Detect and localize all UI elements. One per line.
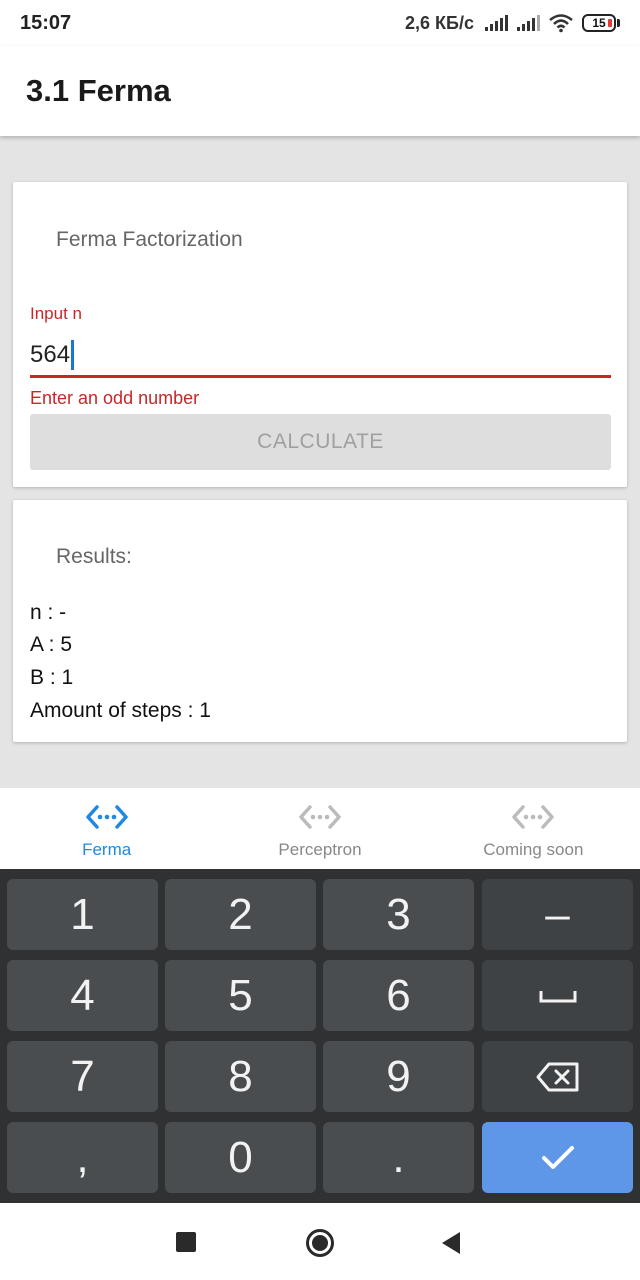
code-arrows-icon: [85, 805, 128, 829]
status-bar: 15:07 2,6 КБ/с 15: [0, 0, 640, 46]
checkmark-icon: [541, 1145, 574, 1169]
results-card: Results: n : - A : 5 B : 1 Amount of ste…: [13, 500, 627, 742]
input-value: 564: [30, 340, 71, 368]
key-0[interactable]: 0: [165, 1122, 316, 1193]
key-space[interactable]: [482, 960, 633, 1031]
space-icon: [539, 990, 576, 1002]
key-3[interactable]: 3: [323, 879, 474, 950]
key-9[interactable]: 9: [323, 1041, 474, 1112]
input-label: Input n: [30, 304, 82, 323]
nav-label-coming-soon: Coming soon: [483, 840, 584, 859]
key-minus[interactable]: –: [482, 879, 633, 950]
bottom-navigation: Ferma Perceptron Coming soon: [0, 788, 640, 869]
recent-apps-icon[interactable]: [176, 1232, 196, 1252]
key-done[interactable]: [482, 1122, 633, 1193]
signal-icon: [517, 15, 540, 31]
battery-level: 15: [592, 16, 606, 30]
key-6[interactable]: 6: [323, 960, 474, 1031]
status-indicators: 2,6 КБ/с 15: [405, 13, 620, 34]
nav-label-perceptron: Perceptron: [278, 840, 362, 859]
signal-icon: [485, 15, 508, 31]
key-backspace[interactable]: [482, 1041, 633, 1112]
nav-item-coming-soon[interactable]: Coming soon: [427, 788, 640, 869]
key-5[interactable]: 5: [165, 960, 316, 1031]
nav-item-ferma[interactable]: Ferma: [0, 788, 213, 869]
results-title: Results:: [56, 545, 132, 568]
key-comma[interactable]: ,: [7, 1122, 158, 1193]
key-period[interactable]: .: [323, 1122, 474, 1193]
key-7[interactable]: 7: [7, 1041, 158, 1112]
nav-label-ferma: Ferma: [82, 840, 132, 859]
system-navigation-bar: [0, 1203, 640, 1280]
card-title: Ferma Factorization: [56, 228, 243, 251]
home-icon[interactable]: [305, 1228, 335, 1258]
key-8[interactable]: 8: [165, 1041, 316, 1112]
result-n: n : -: [30, 601, 67, 624]
result-b: B : 1: [30, 666, 74, 689]
network-speed: 2,6 КБ/с: [405, 12, 474, 33]
input-error-text: Enter an odd number: [30, 388, 200, 408]
app-bar: 3.1 Ferma: [0, 46, 640, 136]
numeric-keyboard: 1 2 3 – 4 5 6 7 8 9 , 0 .: [0, 869, 640, 1203]
key-2[interactable]: 2: [165, 879, 316, 950]
page-title: 3.1 Ferma: [26, 73, 171, 108]
key-1[interactable]: 1: [7, 879, 158, 950]
factorization-card: Ferma Factorization Input n 564 Enter an…: [13, 182, 627, 487]
calculate-button[interactable]: CALCULATE: [30, 414, 611, 470]
result-a: A : 5: [30, 633, 73, 656]
status-time: 15:07: [20, 11, 72, 34]
key-4[interactable]: 4: [7, 960, 158, 1031]
wifi-icon: [549, 14, 573, 33]
code-arrows-icon: [299, 805, 341, 829]
result-steps: Amount of steps : 1: [30, 699, 211, 722]
backspace-icon: [536, 1062, 578, 1091]
text-cursor: [71, 339, 75, 370]
battery-icon: 15: [582, 14, 620, 32]
n-input-field[interactable]: 564: [30, 334, 611, 378]
back-icon[interactable]: [440, 1231, 462, 1255]
code-arrows-icon: [512, 805, 555, 829]
nav-item-perceptron[interactable]: Perceptron: [213, 788, 426, 869]
